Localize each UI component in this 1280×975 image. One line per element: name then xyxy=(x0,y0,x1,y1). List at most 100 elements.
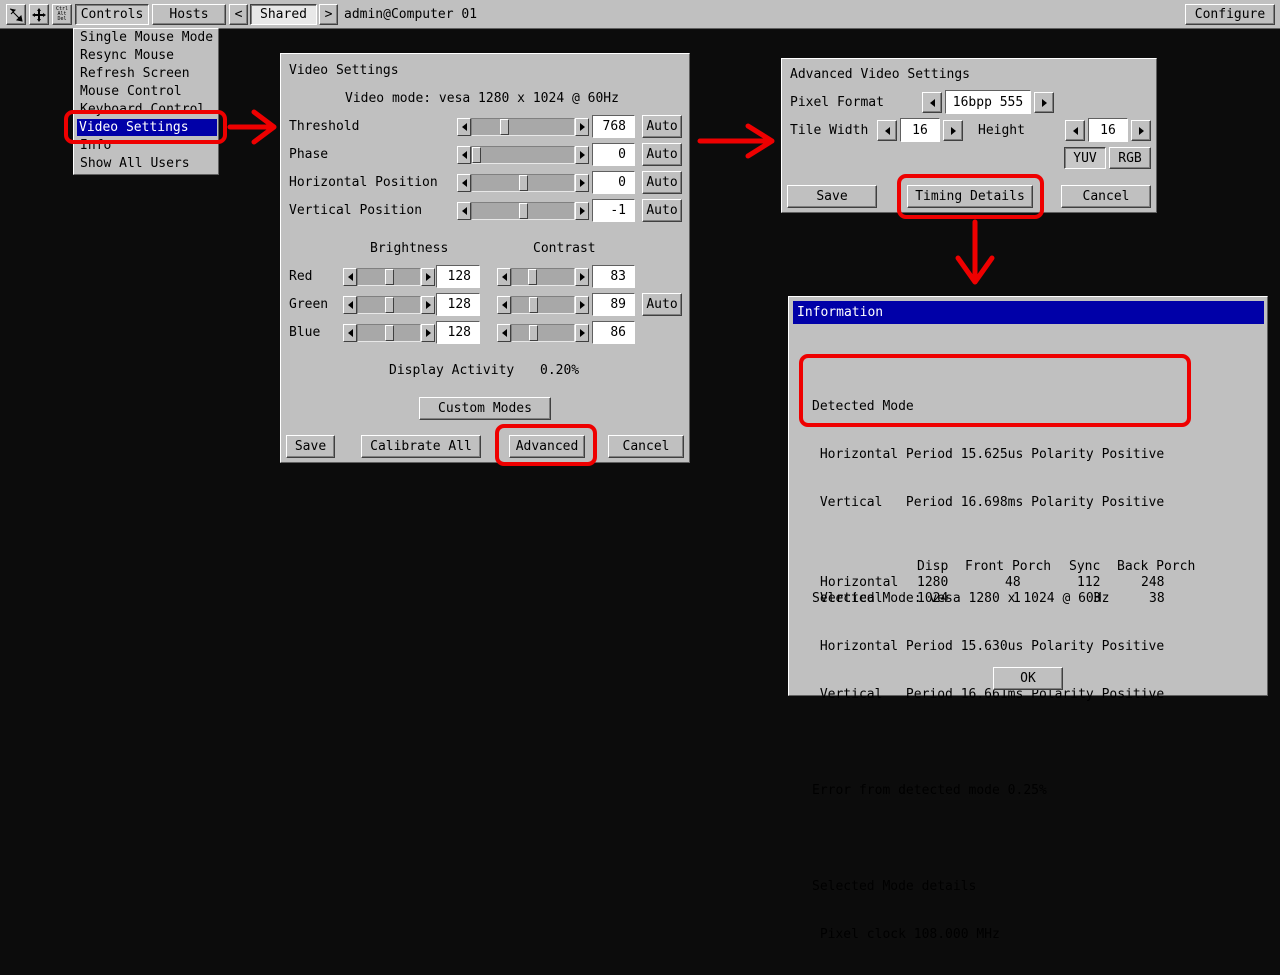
threshold-slider-thumb[interactable] xyxy=(500,119,509,135)
horizontal-position-increase-arrow[interactable] xyxy=(575,174,589,192)
green-contrast-decrease-arrow[interactable] xyxy=(497,296,511,314)
menu-item-mouse-control[interactable]: Mouse Control xyxy=(78,83,184,100)
green-brightness-decrease-arrow[interactable] xyxy=(343,296,357,314)
custom-modes-button[interactable]: Custom Modes xyxy=(419,397,551,420)
arrow-to-video-settings-icon xyxy=(227,109,277,145)
menu-item-keyboard-control[interactable]: Keyboard Control xyxy=(78,101,207,118)
information-dialog: Information Detected Mode Horizontal Per… xyxy=(788,296,1268,942)
height-next-button[interactable] xyxy=(1131,120,1151,141)
height-prev-button[interactable] xyxy=(1065,120,1085,141)
video-save-button[interactable]: Save xyxy=(286,435,335,458)
move-cross-icon[interactable] xyxy=(29,4,49,25)
yuv-label: YUV xyxy=(1073,150,1097,166)
blue-brightness-slider-track[interactable] xyxy=(357,324,421,342)
pixel-format-next-button[interactable] xyxy=(1034,92,1054,113)
threshold-auto-button[interactable]: Auto xyxy=(642,115,682,138)
threshold-value-field[interactable]: 768 xyxy=(592,115,635,138)
vertical-position-slider-thumb[interactable] xyxy=(519,203,528,219)
shared-toggle[interactable]: Shared xyxy=(250,4,317,25)
green-brightness-field[interactable]: 128 xyxy=(436,293,480,316)
blue-brightness-increase-arrow[interactable] xyxy=(421,324,435,342)
information-ok-button[interactable]: OK xyxy=(993,667,1063,690)
red-contrast-increase-arrow[interactable] xyxy=(575,268,589,286)
red-brightness-decrease-arrow[interactable] xyxy=(343,268,357,286)
tile-width-label: Tile Width xyxy=(790,123,869,138)
menu-item-show-all-users[interactable]: Show All Users xyxy=(78,155,192,172)
chevron-right-icon xyxy=(950,126,956,135)
advanced-save-button[interactable]: Save xyxy=(787,185,877,208)
green-brightness-slider-thumb[interactable] xyxy=(385,297,394,313)
vertical-position-slider-track[interactable] xyxy=(471,202,575,220)
red-brightness-slider-track[interactable] xyxy=(357,268,421,286)
blue-contrast-slider-track[interactable] xyxy=(511,324,575,342)
menu-item-video-settings[interactable]: Video Settings xyxy=(77,119,217,136)
rgb-toggle[interactable]: RGB xyxy=(1109,147,1151,169)
ctrl-alt-del-icon[interactable]: Ctrl Alt Del xyxy=(52,4,72,25)
pixel-format-field[interactable]: 16bpp 555 xyxy=(945,90,1031,114)
green-contrast-slider-track[interactable] xyxy=(511,296,575,314)
horizontal-position-decrease-arrow[interactable] xyxy=(457,174,471,192)
vertical-position-auto-button[interactable]: Auto xyxy=(642,199,682,222)
green-contrast-slider-thumb[interactable] xyxy=(529,297,538,313)
pointer-arrows-icon[interactable] xyxy=(6,4,26,25)
color-auto-button[interactable]: Auto xyxy=(642,293,682,316)
phase-decrease-arrow[interactable] xyxy=(457,146,471,164)
blue-contrast-decrease-arrow[interactable] xyxy=(497,324,511,342)
phase-slider-track[interactable] xyxy=(471,146,575,164)
blue-brightness-slider-thumb[interactable] xyxy=(385,325,394,341)
blue-contrast-slider-thumb[interactable] xyxy=(529,325,538,341)
green-contrast-field[interactable]: 89 xyxy=(592,293,635,316)
menu-item-info[interactable]: Info xyxy=(78,137,113,154)
red-brightness-increase-arrow[interactable] xyxy=(421,268,435,286)
height-field[interactable]: 16 xyxy=(1088,118,1128,142)
selected-vertical-line: Vertical Period 16.661ms Polarity Positi… xyxy=(812,687,1165,702)
advanced-button[interactable]: Advanced xyxy=(509,435,585,458)
green-brightness-increase-arrow[interactable] xyxy=(421,296,435,314)
red-brightness-slider-thumb[interactable] xyxy=(385,269,394,285)
threshold-decrease-arrow[interactable] xyxy=(457,118,471,136)
controls-menu-button[interactable]: Controls xyxy=(75,4,149,25)
green-contrast-increase-arrow[interactable] xyxy=(575,296,589,314)
horizontal-position-slider-track[interactable] xyxy=(471,174,575,192)
blue-contrast-field[interactable]: 86 xyxy=(592,321,635,344)
threshold-slider-track[interactable] xyxy=(471,118,575,136)
phase-auto-button[interactable]: Auto xyxy=(642,143,682,166)
vertical-position-increase-arrow[interactable] xyxy=(575,202,589,220)
pixel-format-prev-button[interactable] xyxy=(922,92,942,113)
red-contrast-slider-track[interactable] xyxy=(511,268,575,286)
red-contrast-slider-thumb[interactable] xyxy=(528,269,537,285)
menu-item-refresh-screen[interactable]: Refresh Screen xyxy=(78,65,192,82)
menu-item-resync-mouse[interactable]: Resync Mouse xyxy=(78,47,176,64)
error-line: Error from detected mode 0.25% xyxy=(812,783,1047,798)
phase-value-field[interactable]: 0 xyxy=(592,143,635,166)
horizontal-position-value-field[interactable]: 0 xyxy=(592,171,635,194)
horizontal-position-slider-thumb[interactable] xyxy=(519,175,528,191)
next-host-button[interactable]: > xyxy=(319,4,338,25)
yuv-toggle[interactable]: YUV xyxy=(1064,147,1106,169)
vertical-position-value-field[interactable]: -1 xyxy=(592,199,635,222)
green-brightness-slider-track[interactable] xyxy=(357,296,421,314)
calibrate-all-button[interactable]: Calibrate All xyxy=(361,435,481,458)
tile-width-field[interactable]: 16 xyxy=(900,118,940,142)
menu-item-single-mouse-mode[interactable]: Single Mouse Mode xyxy=(78,29,215,46)
timing-details-button[interactable]: Timing Details xyxy=(907,185,1033,208)
blue-contrast-increase-arrow[interactable] xyxy=(575,324,589,342)
vertical-position-decrease-arrow[interactable] xyxy=(457,202,471,220)
phase-slider-thumb[interactable] xyxy=(472,147,481,163)
prev-host-button[interactable]: < xyxy=(229,4,248,25)
advanced-cancel-button[interactable]: Cancel xyxy=(1061,185,1151,208)
video-cancel-button[interactable]: Cancel xyxy=(608,435,684,458)
configure-button[interactable]: Configure xyxy=(1185,4,1275,25)
blue-brightness-field[interactable]: 128 xyxy=(436,321,480,344)
phase-increase-arrow[interactable] xyxy=(575,146,589,164)
horizontal-position-auto-button[interactable]: Auto xyxy=(642,171,682,194)
red-contrast-decrease-arrow[interactable] xyxy=(497,268,511,286)
tile-width-prev-button[interactable] xyxy=(877,120,897,141)
blue-brightness-decrease-arrow[interactable] xyxy=(343,324,357,342)
blue-label: Blue xyxy=(289,325,321,340)
red-contrast-field[interactable]: 83 xyxy=(592,265,635,288)
red-brightness-field[interactable]: 128 xyxy=(436,265,480,288)
hosts-menu-button[interactable]: Hosts xyxy=(152,4,226,25)
tile-width-next-button[interactable] xyxy=(943,120,963,141)
threshold-increase-arrow[interactable] xyxy=(575,118,589,136)
